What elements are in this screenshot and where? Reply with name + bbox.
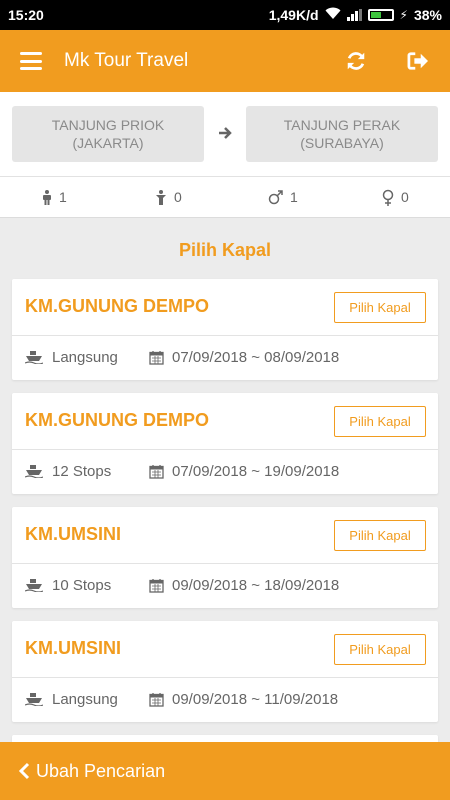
ship-card: KM.GUNUNG DEMPO Pilih Kapal Langsung 07/… [12,279,438,380]
ship-stops-label: 12 Stops [52,462,112,480]
male-count-value: 1 [290,189,298,205]
adult-icon [43,189,51,205]
ship-dates-label: 07/09/2018 ~ 19/09/2018 [172,462,340,480]
ship-card: KM.UMSINI Pilih Kapal Langsung 09/09/201… [12,621,438,722]
status-right: 1,49K/d ⚡ 38% [269,7,442,23]
ship-stops: Langsung [25,349,149,366]
ship-dates-label: 09/09/2018 ~ 18/09/2018 [172,576,340,594]
app-bar: Mk Tour Travel [0,30,450,92]
card-divider [12,677,438,678]
ship-dates: 09/09/2018 ~ 11/09/2018 [149,691,338,708]
ship-name: KM.UMSINI [25,524,121,544]
change-search-label: Ubah Pencarian [36,760,166,781]
female-count-value: 0 [401,189,409,205]
ship-dates-label: 07/09/2018 ~ 08/09/2018 [172,348,340,366]
female-count: 0 [382,189,409,206]
ship-card: KM.GUNUNG DEMPO Pilih Kapal 12 Stops 07/… [12,393,438,494]
child-count-value: 0 [174,189,182,205]
pick-ship-button[interactable]: Pilih Kapal [334,406,426,437]
arrow-right-icon [218,124,232,145]
charging-icon: ⚡ [399,8,408,22]
ship-icon [25,351,43,364]
ship-dates: 07/09/2018 ~ 19/09/2018 [149,463,339,480]
ship-icon [25,693,43,706]
calendar-icon [149,578,164,593]
ship-dates: 09/09/2018 ~ 18/09/2018 [149,577,339,594]
origin-name: TANJUNG PRIOK [51,117,165,133]
ship-dates-label: 09/09/2018 ~ 11/09/2018 [172,690,339,708]
male-icon [268,189,283,204]
ship-icon [25,579,43,592]
ship-stops: 12 Stops [25,463,149,480]
ship-info: Langsung 07/09/2018 ~ 08/09/2018 [25,347,339,367]
calendar-icon [149,464,164,479]
section-title: Pilih Kapal [178,240,272,260]
calendar-icon [149,692,164,707]
child-icon [156,189,166,205]
signal-icon [346,9,362,21]
adult-count: 1 [42,189,67,205]
ship-stops-label: Langsung [52,348,118,366]
ship-name: KM.GUNUNG DEMPO [25,410,209,430]
refresh-icon[interactable] [336,41,376,81]
chevron-left-icon [18,762,30,780]
female-icon [382,189,394,206]
change-search-button[interactable]: Ubah Pencarian [0,742,450,800]
origin-city: (JAKARTA) [72,135,144,151]
pick-ship-button[interactable]: Pilih Kapal [334,634,426,665]
app-title: Mk Tour Travel [64,50,189,71]
ship-info: 12 Stops 07/09/2018 ~ 19/09/2018 [25,461,339,481]
passenger-summary: 1 0 1 0 [0,176,450,218]
male-count: 1 [268,189,298,205]
ship-info: Langsung 09/09/2018 ~ 11/09/2018 [25,689,338,709]
ship-card: KM.UMSINI Pilih Kapal 10 Stops 09/09/201… [12,507,438,608]
route-section: TANJUNG PRIOK (JAKARTA) TANJUNG PERAK (S… [0,92,450,176]
destination-name: TANJUNG PERAK [283,117,401,133]
ship-name: KM.GUNUNG DEMPO [25,296,209,316]
ship-stops: Langsung [25,691,149,708]
card-divider [12,563,438,564]
network-speed: 1,49K/d [268,7,319,23]
ship-stops-label: Langsung [52,690,118,708]
calendar-icon [149,350,164,365]
ship-name: KM.UMSINI [25,638,121,658]
ship-stops: 10 Stops [25,577,149,594]
destination-city: (SURABAYA) [300,135,384,151]
card-divider [12,449,438,450]
status-bar: 15:20 1,49K/d ⚡ 38% [0,0,450,30]
ship-dates: 07/09/2018 ~ 08/09/2018 [149,349,339,366]
origin-port[interactable]: TANJUNG PRIOK (JAKARTA) [12,106,204,162]
pick-ship-button[interactable]: Pilih Kapal [334,520,426,551]
adult-count-value: 1 [59,189,67,205]
ship-info: 10 Stops 09/09/2018 ~ 18/09/2018 [25,575,339,595]
status-time: 15:20 [8,7,44,23]
logout-icon[interactable] [398,41,438,81]
ship-icon [25,465,43,478]
destination-port[interactable]: TANJUNG PERAK (SURABAYA) [246,106,438,162]
ship-stops-label: 10 Stops [52,576,112,594]
card-divider [12,335,438,336]
battery-percent: 38% [413,7,442,23]
pick-ship-button[interactable]: Pilih Kapal [334,292,426,323]
child-count: 0 [155,189,182,205]
menu-icon[interactable] [20,52,42,70]
wifi-icon [325,7,341,23]
battery-icon [367,9,394,21]
